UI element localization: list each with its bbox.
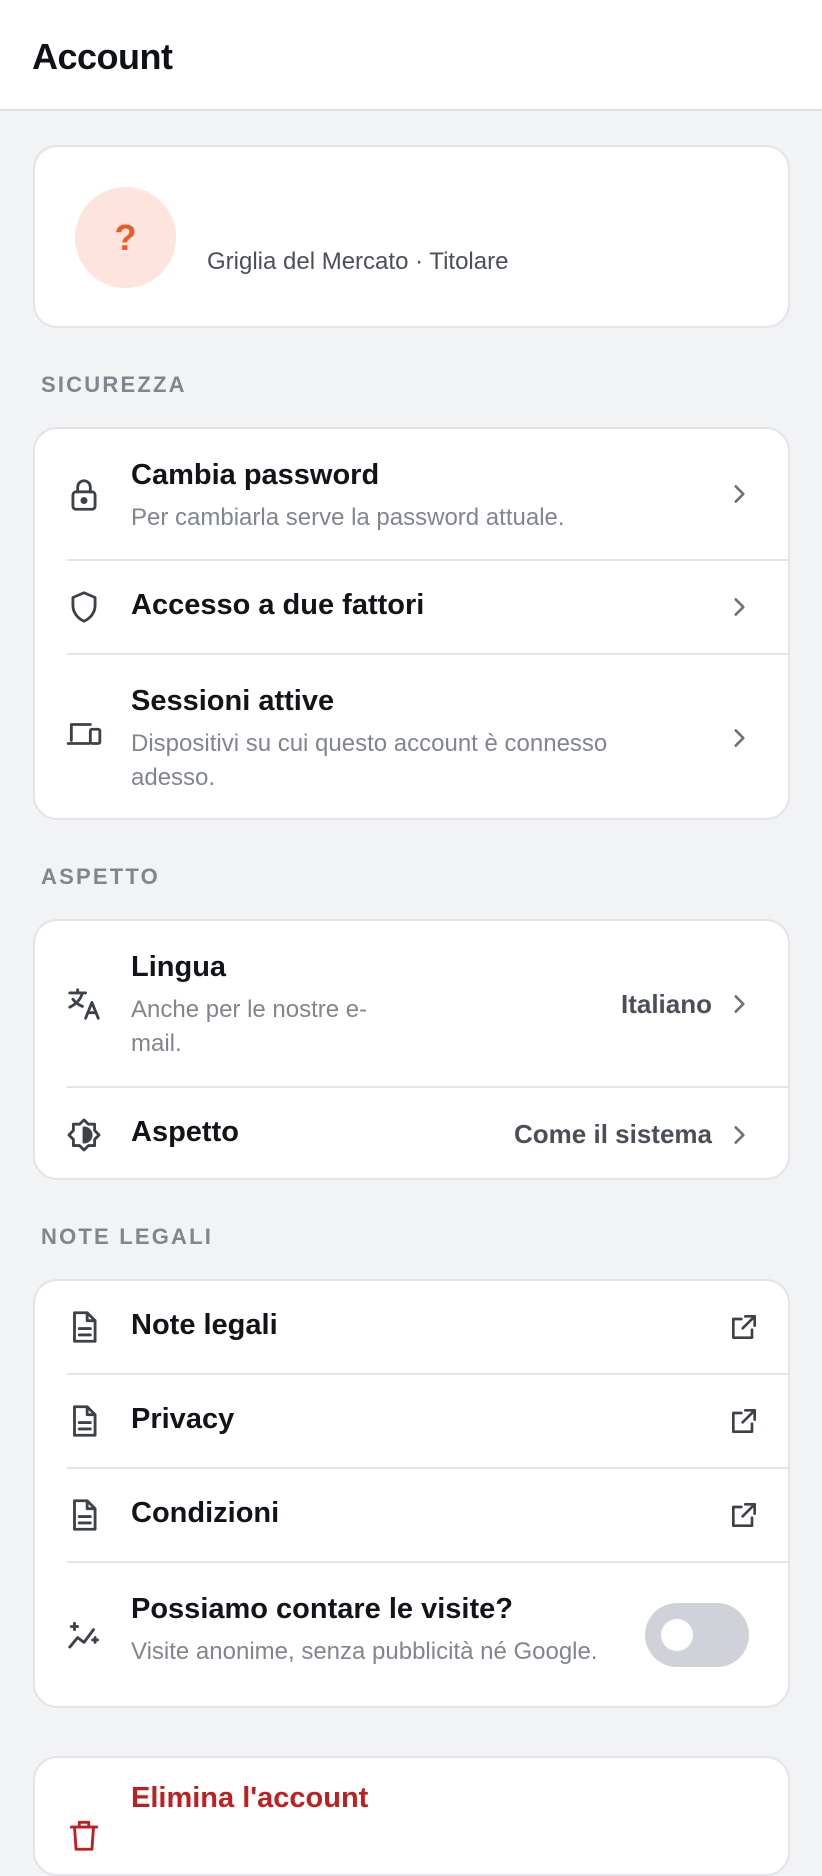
privacy-title: Privacy (131, 1403, 235, 1435)
language-title: Lingua (131, 951, 227, 983)
chevron-right-icon (734, 729, 745, 747)
chevron-right-icon (734, 995, 745, 1013)
lock-icon (65, 476, 103, 514)
active-sessions-row[interactable]: Sessioni attive Dispositivi su cui quest… (35, 655, 788, 818)
privacy-row[interactable]: Privacy (35, 1375, 788, 1467)
section-label-security: SICUREZZA (41, 372, 187, 397)
analytics-toggle[interactable] (645, 1603, 749, 1667)
avatar-placeholder-glyph: ? (114, 216, 137, 258)
language-row[interactable]: Lingua Anche per le nostre e- mail. Ital… (35, 921, 788, 1086)
active-sessions-subtitle-line1: Dispositivi su cui questo account è conn… (131, 730, 608, 757)
theme-value: Come il sistema (514, 1119, 712, 1149)
delete-account-row[interactable]: Elimina l'account (35, 1758, 788, 1874)
devices-icon (65, 715, 103, 753)
language-subtitle-line2: mail. (131, 1030, 182, 1057)
legal-notes-row[interactable]: Note legali (35, 1281, 788, 1373)
theme-row[interactable]: Aspetto Come il sistema (35, 1088, 788, 1178)
analytics-title: Possiamo contare le visite? (131, 1593, 513, 1625)
sparkle-chart-icon (65, 1617, 103, 1655)
external-link-icon (732, 1315, 756, 1339)
profile-subtitle: Griglia del Mercato · Titolare (207, 248, 509, 275)
section-label-legal: NOTE LEGALI (41, 1224, 214, 1249)
translate-icon (65, 985, 103, 1023)
chevron-right-icon (734, 485, 745, 503)
chevron-right-icon (734, 598, 745, 616)
two-factor-row[interactable]: Accesso a due fattori (35, 561, 788, 653)
external-link-icon (732, 1409, 756, 1433)
two-factor-title: Accesso a due fattori (131, 589, 425, 621)
chevron-right-icon (734, 1126, 745, 1144)
trash-icon (65, 1816, 103, 1854)
security-card: Cambia password Per cambiarla serve la p… (33, 427, 790, 820)
theme-title: Aspetto (131, 1116, 239, 1148)
shield-icon (65, 588, 103, 626)
active-sessions-title: Sessioni attive (131, 685, 335, 717)
change-password-title: Cambia password (131, 459, 380, 491)
document-icon (65, 1402, 103, 1440)
terms-title: Condizioni (131, 1497, 280, 1529)
danger-card: Elimina l'account (33, 1756, 790, 1876)
page-title: Account (32, 36, 173, 77)
legal-card: Note legali Privacy Condizioni Possiamo … (33, 1279, 790, 1708)
analytics-row: Possiamo contare le visite? Visite anoni… (35, 1563, 788, 1706)
app-header: Account (0, 0, 822, 111)
toggle-knob (661, 1619, 693, 1651)
legal-notes-title: Note legali (131, 1309, 278, 1341)
profile-card: ? Griglia del Mercato · Titolare (33, 145, 790, 328)
active-sessions-subtitle-line2: adesso. (131, 764, 216, 791)
change-password-subtitle: Per cambiarla serve la password attuale. (131, 504, 565, 531)
brightness-icon (65, 1116, 103, 1154)
language-value: Italiano (620, 989, 712, 1019)
document-icon (65, 1496, 103, 1534)
document-icon (65, 1308, 103, 1346)
language-subtitle-line1: Anche per le nostre e- (131, 996, 368, 1023)
delete-account-title: Elimina l'account (131, 1782, 369, 1814)
terms-row[interactable]: Condizioni (35, 1469, 788, 1561)
section-label-appearance: ASPETTO (41, 864, 160, 889)
appearance-card: Lingua Anche per le nostre e- mail. Ital… (33, 919, 790, 1180)
analytics-subtitle: Visite anonime, senza pubblicità né Goog… (131, 1638, 598, 1665)
change-password-row[interactable]: Cambia password Per cambiarla serve la p… (35, 429, 788, 559)
external-link-icon (732, 1503, 756, 1527)
avatar[interactable]: ? (75, 187, 176, 288)
